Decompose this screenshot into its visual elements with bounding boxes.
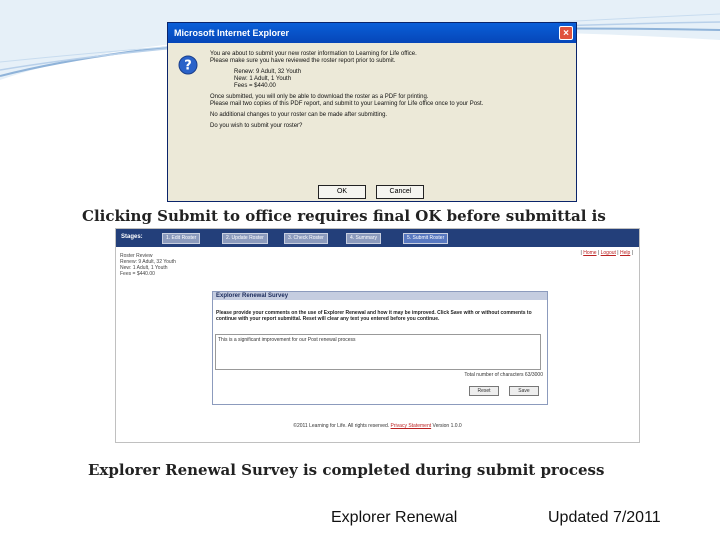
dialog-line: Please mail two copies of this PDF repor… bbox=[210, 101, 484, 107]
copyright: ©2011 Learning for Life. All rights rese… bbox=[293, 423, 390, 429]
dialog-line: Once submitted, you will only be able to… bbox=[210, 94, 429, 100]
ok-button[interactable]: OK bbox=[318, 185, 366, 199]
question-icon: ? bbox=[178, 55, 198, 75]
tab-check-roster[interactable]: 3. Check Roster bbox=[284, 233, 328, 244]
version: Version 1.0.0 bbox=[432, 423, 462, 429]
save-button[interactable]: Save bbox=[509, 386, 539, 396]
privacy-link[interactable]: Privacy Statement bbox=[391, 423, 432, 429]
renew-count: Renew: 9 Adult, 32 Youth bbox=[234, 69, 302, 75]
link-home[interactable]: Home bbox=[583, 250, 596, 256]
dialog-title-bar: Microsoft Internet Explorer × bbox=[168, 23, 576, 43]
tab-submit-roster[interactable]: 5. Submit Roster bbox=[403, 233, 449, 244]
stages-bar: Stages: 1. Edit Roster 2. Update Roster … bbox=[116, 229, 639, 247]
app-screenshot: Stages: 1. Edit Roster 2. Update Roster … bbox=[115, 228, 640, 443]
footer-title: Explorer Renewal bbox=[331, 509, 458, 526]
char-count: Total number of characters 63/3000 bbox=[464, 372, 543, 378]
roster-summary: Roster Review Renew: 9 Adult, 32 Youth N… bbox=[120, 253, 176, 277]
top-links: | Home | Logout | Help | bbox=[580, 250, 634, 256]
survey-panel: Explorer Renewal Survey Please provide y… bbox=[212, 291, 548, 405]
confirm-dialog: Microsoft Internet Explorer × ? You are … bbox=[167, 22, 577, 202]
close-icon[interactable]: × bbox=[559, 26, 573, 40]
tab-summary[interactable]: 4. Summary bbox=[346, 233, 381, 244]
dialog-message: You are about to submit your new roster … bbox=[210, 51, 570, 134]
survey-instructions: Please provide your comments on the use … bbox=[216, 310, 532, 322]
summary-line: Fees = $440.00 bbox=[120, 271, 155, 277]
dialog-line: Please make sure you have reviewed the r… bbox=[210, 58, 396, 64]
svg-text:?: ? bbox=[184, 59, 192, 74]
stages-label: Stages: bbox=[121, 234, 143, 240]
caption-survey: Explorer Renewal Survey is completed dur… bbox=[88, 461, 605, 479]
footer-date: Updated 7/2011 bbox=[548, 509, 661, 526]
new-count: New: 1 Adult, 1 Youth bbox=[234, 76, 292, 82]
caption-submit: Clicking Submit to office requires final… bbox=[82, 207, 606, 225]
fees: Fees = $440.00 bbox=[234, 83, 276, 89]
link-logout[interactable]: Logout bbox=[601, 250, 616, 256]
dialog-line: You are about to submit your new roster … bbox=[210, 51, 417, 57]
dialog-line: No additional changes to your roster can… bbox=[210, 112, 388, 118]
dialog-question: Do you wish to submit your roster? bbox=[210, 123, 303, 129]
reset-button[interactable]: Reset bbox=[469, 386, 499, 396]
tab-edit-roster[interactable]: 1. Edit Roster bbox=[162, 233, 201, 244]
dialog-title: Microsoft Internet Explorer bbox=[174, 28, 290, 38]
survey-comment-field[interactable]: This is a significant improvement for ou… bbox=[215, 334, 541, 370]
survey-title: Explorer Renewal Survey bbox=[213, 292, 547, 300]
link-help[interactable]: Help bbox=[620, 250, 630, 256]
tab-update-roster[interactable]: 2. Update Roster bbox=[222, 233, 268, 244]
cancel-button[interactable]: Cancel bbox=[376, 185, 425, 199]
app-footer: ©2011 Learning for Life. All rights rese… bbox=[116, 423, 639, 429]
